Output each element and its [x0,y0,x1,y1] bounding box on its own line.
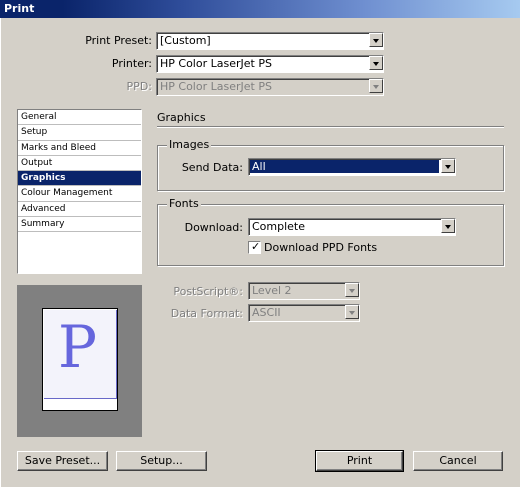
data-format-select: ASCII [248,304,360,322]
ppd-value: HP Color LaserJet PS [160,80,272,93]
download-select[interactable]: Complete [248,218,456,236]
download-ppd-fonts-label[interactable]: Download PPD Fonts [264,241,377,254]
sidebar-item-general[interactable]: General [18,110,141,126]
print-button[interactable]: Print [315,450,404,472]
window-title: Print [4,2,35,15]
chevron-down-icon [369,79,383,93]
ppd-label: PPD: [126,80,152,93]
chevron-down-icon[interactable] [369,33,383,47]
setup-button[interactable]: Setup... [116,451,207,471]
download-ppd-fonts-checkbox[interactable]: ✓ [248,240,261,254]
cancel-button[interactable]: Cancel [413,451,503,471]
sidebar-item-summary[interactable]: Summary [18,217,141,233]
preview-paper: P [42,308,118,411]
send-data-select[interactable]: All [248,158,456,176]
sidebar-item-output[interactable]: Output [18,156,141,172]
printer-label: Printer: [111,57,152,70]
send-data-label: Send Data: [181,161,243,174]
printer-select[interactable]: HP Color LaserJet PS [156,55,384,73]
preview-image: P [44,310,117,399]
download-label: Download: [184,221,243,234]
chevron-down-icon[interactable] [441,159,455,173]
category-list[interactable]: General Setup Marks and Bleed Output Gra… [17,109,142,274]
title-bar: Print [0,0,520,18]
page-preview: P [17,285,142,437]
save-preset-button[interactable]: Save Preset... [17,451,108,471]
sidebar-item-setup[interactable]: Setup [18,125,141,141]
sidebar-item-advanced[interactable]: Advanced [18,202,141,218]
postscript-value: Level 2 [252,284,292,297]
postscript-select: Level 2 [248,282,360,300]
fonts-legend: Fonts [167,197,201,210]
chevron-down-icon [345,283,359,297]
download-value: Complete [252,220,306,233]
chevron-down-icon [345,305,359,319]
sidebar-item-colour-management[interactable]: Colour Management [18,186,141,202]
preview-letter: P [58,313,98,381]
print-preset-value: [Custom] [160,34,211,47]
postscript-label: PostScript®: [173,285,243,298]
print-preset-label: Print Preset: [85,34,152,47]
checkmark-icon: ✓ [251,240,261,253]
data-format-value: ASCII [252,306,281,319]
print-preset-select[interactable]: [Custom] [156,32,384,50]
ppd-select: HP Color LaserJet PS [156,78,384,96]
send-data-value: All [252,160,266,173]
section-title: Graphics [157,111,206,124]
sidebar-item-marks-and-bleed[interactable]: Marks and Bleed [18,141,141,156]
images-legend: Images [167,138,212,151]
printer-value: HP Color LaserJet PS [160,57,272,70]
chevron-down-icon[interactable] [441,219,455,233]
data-format-label: Data Format: [170,307,243,320]
chevron-down-icon[interactable] [369,56,383,70]
sidebar-item-graphics[interactable]: Graphics [18,171,141,187]
section-divider [157,126,504,128]
